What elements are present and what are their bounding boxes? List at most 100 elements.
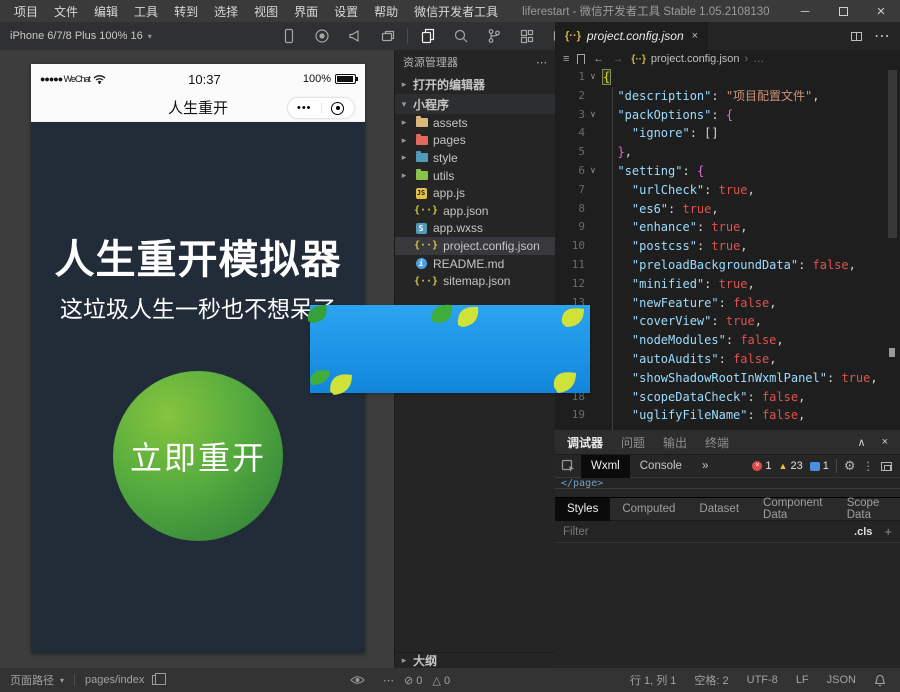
outline-list-icon[interactable]: ≡ — [563, 53, 569, 65]
menu-item[interactable]: 视图 — [246, 3, 286, 20]
code-area[interactable]: 1∨{2 "description": "项目配置文件",3∨ "packOpt… — [555, 68, 900, 425]
eye-icon[interactable] — [350, 675, 365, 685]
status-item[interactable]: UTF-8 — [747, 674, 778, 686]
close-button[interactable]: × — [862, 0, 900, 22]
cls-toggle-button[interactable]: .cls — [854, 526, 872, 538]
token: , — [776, 333, 783, 347]
editor-more-icon[interactable]: ⋯ — [874, 26, 890, 46]
close-panel-icon[interactable]: × — [882, 436, 888, 449]
split-editor-icon[interactable] — [851, 32, 862, 41]
token: "es6" — [632, 202, 668, 216]
gear-icon[interactable]: ⚙ — [844, 458, 856, 474]
inspect-element-icon[interactable] — [555, 459, 581, 473]
tree-item-assets[interactable]: ▸assets — [395, 114, 555, 132]
panel-tab-scope-data[interactable]: Scope Data — [835, 498, 900, 521]
problems-summary[interactable]: ⊘ 0 △ 0 — [404, 674, 450, 687]
simulator-icon[interactable] — [272, 22, 305, 50]
project-root-section[interactable]: ▾ 小程序 — [395, 94, 555, 114]
tree-item-app.wxss[interactable]: Sapp.wxss — [395, 220, 555, 238]
fold-icon[interactable]: ∨ — [585, 106, 601, 125]
code-line: 14 "coverView": true, — [555, 312, 900, 331]
fold-icon — [585, 406, 601, 425]
undock-icon[interactable] — [881, 462, 892, 471]
panel-tab-styles[interactable]: Styles — [555, 498, 610, 521]
menu-item[interactable]: 转到 — [166, 3, 206, 20]
tree-item-pages[interactable]: ▸pages — [395, 132, 555, 150]
debugger-tab-输出[interactable]: 输出 — [663, 434, 687, 451]
debugger-tab-问题[interactable]: 问题 — [621, 434, 645, 451]
more-tabs-icon[interactable]: » — [692, 460, 718, 472]
menu-item[interactable]: 文件 — [46, 3, 86, 20]
bell-icon[interactable] — [874, 674, 886, 687]
nav-back-icon[interactable]: ← — [593, 53, 604, 65]
chevron-down-icon: ▾ — [148, 32, 152, 41]
menu-item[interactable]: 设置 — [326, 3, 366, 20]
menu-item[interactable]: 编辑 — [86, 3, 126, 20]
more-icon[interactable]: ⋯ — [383, 674, 394, 687]
tree-item-utils[interactable]: ▸utils — [395, 167, 555, 185]
copy-icon[interactable] — [152, 675, 161, 685]
tab-wxml[interactable]: Wxml — [581, 455, 630, 478]
remote-debug-icon[interactable] — [371, 22, 404, 50]
editor-actions: ⋯ — [851, 22, 900, 50]
token: "urlCheck" — [632, 183, 704, 197]
page-path-control[interactable]: 页面路径 ▾ pages/index — [10, 672, 161, 688]
tab-close-icon[interactable]: × — [692, 30, 698, 42]
explorer-more-icon[interactable]: ⋯ — [536, 56, 547, 69]
token: : — [748, 390, 762, 404]
explorer-icon[interactable] — [411, 22, 444, 50]
devtools-status: ×1 ▲23 1 ⚙ ⋮ — [752, 458, 900, 474]
status-item[interactable]: 空格: 2 — [694, 672, 728, 688]
capsule-close-button[interactable] — [322, 102, 355, 115]
wxml-element-partial[interactable]: </page> — [555, 478, 900, 489]
fold-icon[interactable]: ∨ — [585, 162, 601, 181]
tree-item-project.config.json[interactable]: {··}project.config.json — [395, 237, 555, 255]
fold-icon[interactable]: ∨ — [585, 68, 601, 87]
breadcrumb-file[interactable]: {··} project.config.json › … — [631, 53, 764, 65]
floating-banner-image[interactable] — [310, 305, 590, 393]
tree-item-README.md[interactable]: iREADME.md — [395, 255, 555, 273]
debugger-tab-调试器[interactable]: 调试器 — [567, 434, 603, 451]
capsule-more-button[interactable]: ••• — [288, 102, 321, 114]
status-item[interactable]: LF — [796, 674, 809, 686]
outline-section[interactable]: ▸ 大纲 — [395, 652, 555, 668]
menu-item[interactable]: 界面 — [286, 3, 326, 20]
compile-icon[interactable] — [305, 22, 338, 50]
editor-layout-icon[interactable] — [510, 22, 543, 50]
error-badge[interactable]: ×1 — [752, 460, 771, 472]
git-branch-icon[interactable] — [477, 22, 510, 50]
device-selector[interactable]: iPhone 6/7/8 Plus 100% 16 ▾ — [10, 30, 152, 42]
menu-item[interactable]: 微信开发者工具 — [406, 3, 506, 20]
menu-item[interactable]: 帮助 — [366, 3, 406, 20]
tab-project-config-json[interactable]: {··} project.config.json × — [555, 22, 708, 50]
bookmark-icon[interactable] — [577, 54, 585, 64]
status-item[interactable]: JSON — [827, 674, 856, 686]
panel-tab-dataset[interactable]: Dataset — [687, 498, 751, 521]
menu-item[interactable]: 选择 — [206, 3, 246, 20]
editor-scrollbar[interactable] — [888, 70, 897, 238]
panel-tab-component-data[interactable]: Component Data — [751, 498, 835, 521]
panel-tab-computed[interactable]: Computed — [610, 498, 687, 521]
add-style-button[interactable]: + — [884, 524, 892, 539]
restart-button[interactable]: 立即重开 — [113, 371, 283, 541]
tree-item-app.json[interactable]: {··}app.json — [395, 202, 555, 220]
tree-item-sitemap.json[interactable]: {··}sitemap.json — [395, 272, 555, 290]
debugger-tab-终端[interactable]: 终端 — [705, 434, 729, 451]
menu-item[interactable]: 项目 — [6, 3, 46, 20]
tree-item-app.js[interactable]: JSapp.js — [395, 184, 555, 202]
collapse-panel-icon[interactable]: ∧ — [858, 436, 866, 449]
kebab-menu-icon[interactable]: ⋮ — [863, 459, 875, 473]
warning-badge[interactable]: ▲23 — [779, 460, 803, 472]
status-item[interactable]: 行 1, 列 1 — [630, 672, 676, 688]
open-editors-section[interactable]: ▸ 打开的编辑器 — [395, 74, 555, 94]
line-text: "coverView": true, — [601, 312, 762, 331]
filter-input[interactable]: Filter — [563, 526, 589, 538]
minimize-button[interactable]: ─ — [786, 0, 824, 22]
search-icon[interactable] — [444, 22, 477, 50]
tree-item-style[interactable]: ▸style — [395, 149, 555, 167]
menu-item[interactable]: 工具 — [126, 3, 166, 20]
info-badge[interactable]: 1 — [810, 460, 829, 472]
maximize-button[interactable] — [824, 0, 862, 22]
tab-console[interactable]: Console — [630, 460, 692, 472]
preview-icon[interactable] — [338, 22, 371, 50]
